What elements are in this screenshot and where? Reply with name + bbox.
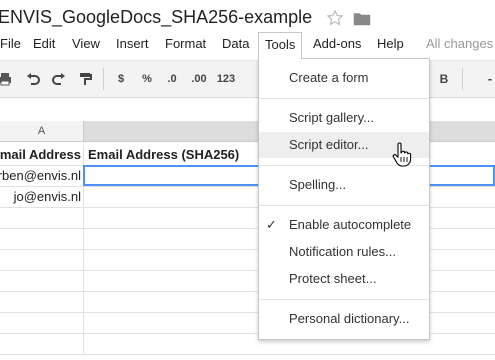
menu-view[interactable]: View <box>66 32 106 56</box>
cell-a7[interactable] <box>0 271 84 291</box>
strikethrough-button[interactable]: - <box>484 69 495 89</box>
cell-a2[interactable]: jorben@envis.nl <box>0 166 84 186</box>
star-icon[interactable] <box>326 9 344 27</box>
menu-item-notification-rules[interactable]: Notification rules... <box>259 239 429 265</box>
hand-cursor-icon <box>392 142 412 167</box>
toolbar-separator <box>103 68 104 90</box>
cell-a6[interactable] <box>0 250 84 270</box>
menu-bar: File Edit View Insert Format Data Tools … <box>0 32 495 59</box>
cell-a3[interactable]: jo@envis.nl <box>0 187 84 207</box>
menu-item-spelling[interactable]: Spelling... <box>259 172 429 198</box>
currency-format-button[interactable]: $ <box>114 69 128 89</box>
column-header-a[interactable]: A <box>0 121 84 141</box>
menu-separator <box>259 299 429 300</box>
undo-icon[interactable] <box>26 72 40 86</box>
menu-file[interactable]: File <box>0 32 27 56</box>
document-title[interactable]: ENVIS_GoogleDocs_SHA256-example <box>0 7 312 28</box>
menu-data[interactable]: Data <box>216 32 255 56</box>
checkmark-icon: ✓ <box>266 217 277 232</box>
cell-a10[interactable] <box>0 334 84 354</box>
menu-item-create-form[interactable]: Create a form <box>259 65 429 91</box>
menu-edit[interactable]: Edit <box>27 32 61 56</box>
menu-item-enable-autocomplete[interactable]: ✓ Enable autocomplete <box>259 212 429 238</box>
menu-insert[interactable]: Insert <box>110 32 155 56</box>
cell-a9[interactable] <box>0 313 84 333</box>
cell-a5[interactable] <box>0 229 84 249</box>
percent-format-button[interactable]: % <box>140 69 154 89</box>
menu-addons[interactable]: Add-ons <box>307 32 367 56</box>
decrease-decimal-button[interactable]: .0 <box>163 69 181 89</box>
tools-menu-dropdown: Create a form Script gallery... Script e… <box>258 58 430 340</box>
menu-item-personal-dictionary[interactable]: Personal dictionary... <box>259 306 429 332</box>
menu-help[interactable]: Help <box>371 32 410 56</box>
increase-decimal-button[interactable]: .00 <box>187 69 211 89</box>
cell-a8[interactable] <box>0 292 84 312</box>
menu-item-protect-sheet[interactable]: Protect sheet... <box>259 266 429 292</box>
cell-a1[interactable]: Email Address <box>0 145 84 165</box>
paint-format-icon[interactable] <box>78 72 92 86</box>
redo-icon[interactable] <box>52 72 66 86</box>
cell-a4[interactable] <box>0 208 84 228</box>
menu-format[interactable]: Format <box>159 32 212 56</box>
menu-tools[interactable]: Tools <box>258 32 303 59</box>
menu-separator <box>259 98 429 99</box>
menu-item-label: Enable autocomplete <box>289 217 412 232</box>
folder-icon[interactable] <box>353 11 371 26</box>
toolbar-separator <box>462 68 463 90</box>
print-icon[interactable] <box>0 72 12 86</box>
more-formats-button[interactable]: 123 <box>214 69 238 89</box>
menu-separator <box>259 205 429 206</box>
save-status: All changes <box>426 36 494 51</box>
bold-button[interactable]: B <box>437 69 451 89</box>
menu-item-script-gallery[interactable]: Script gallery... <box>259 105 429 131</box>
